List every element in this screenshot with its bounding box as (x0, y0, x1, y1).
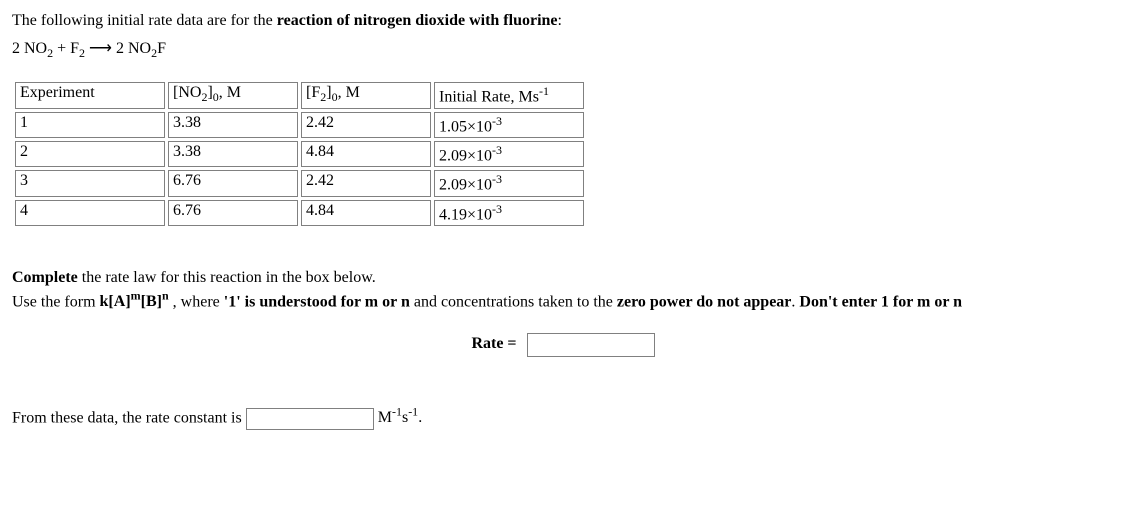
instr-form-n: n (162, 289, 169, 303)
rate-constant-row: From these data, the rate constant is M-… (12, 405, 1114, 430)
cell-exp: 1 (15, 112, 165, 138)
instr-complete: Complete (12, 269, 78, 286)
instruction-line-2: Use the form k[A]m[B]n , where '1' is un… (12, 289, 1114, 311)
intro-text: The following initial rate data are for … (12, 12, 1114, 30)
rate-mantissa: 4.19×10 (439, 206, 492, 223)
intro-after: : (558, 12, 562, 29)
cell-f2: 2.42 (301, 112, 431, 138)
table-row: 4 6.76 4.84 4.19×10-3 (15, 200, 584, 226)
h2-unit: , M (219, 84, 241, 101)
h2-open: [NO (173, 84, 201, 101)
header-rate: Initial Rate, Ms-1 (434, 82, 584, 108)
k-unit-end: . (418, 409, 422, 426)
instr-form: k[A]m[B]n (100, 293, 169, 310)
instr-one: '1' is understood for m or n (224, 293, 410, 310)
h4-pre: Initial Rate, Ms (439, 89, 539, 106)
rate-exp: -3 (492, 202, 502, 216)
k-units: M-1s-1. (378, 409, 422, 426)
rate-input[interactable] (527, 333, 655, 357)
eq-coef-2: 2 (116, 40, 128, 57)
eq-species-2: F (70, 40, 79, 57)
instr-form-k: k[A] (100, 293, 131, 310)
instr-form-b: [B] (141, 293, 162, 310)
table-row: 1 3.38 2.42 1.05×10-3 (15, 112, 584, 138)
k-unit-m: M (378, 409, 392, 426)
header-experiment: Experiment (15, 82, 165, 108)
eq-plus: + (53, 40, 70, 57)
instr-rest1: the rate law for this reaction in the bo… (78, 269, 376, 286)
rate-mantissa: 1.05×10 (439, 118, 492, 135)
eq-arrow: ⟶ (85, 40, 116, 57)
cell-no2: 3.38 (168, 141, 298, 167)
cell-exp: 3 (15, 170, 165, 196)
cell-rate: 2.09×10-3 (434, 170, 584, 196)
k-unit-sup1: -1 (392, 405, 402, 419)
h3-open: [F (306, 84, 320, 101)
rate-mantissa: 2.09×10 (439, 147, 492, 164)
instr-mid: , where (169, 293, 224, 310)
cell-f2: 2.42 (301, 170, 431, 196)
instr-mid2: and concentrations taken to the (410, 293, 617, 310)
rate-mantissa: 2.09×10 (439, 177, 492, 194)
eq-species-1: NO (24, 40, 47, 57)
eq-species-3: NO (128, 40, 151, 57)
instruction-line-1: Complete the rate law for this reaction … (12, 269, 1114, 287)
k-pre-text: From these data, the rate constant is (12, 409, 246, 426)
eq-coef-1: 2 (12, 40, 24, 57)
rate-data-table: Experiment [NO2]0, M [F2]0, M Initial Ra… (12, 79, 587, 229)
h3-unit: , M (338, 84, 360, 101)
cell-no2: 6.76 (168, 200, 298, 226)
cell-rate: 2.09×10-3 (434, 141, 584, 167)
intro-before: The following initial rate data are for … (12, 12, 277, 29)
cell-no2: 3.38 (168, 112, 298, 138)
cell-exp: 2 (15, 141, 165, 167)
table-row: 2 3.38 4.84 2.09×10-3 (15, 141, 584, 167)
table-header-row: Experiment [NO2]0, M [F2]0, M Initial Ra… (15, 82, 584, 108)
chemical-equation: 2 NO2 + F2 ⟶ 2 NO2F (12, 38, 1114, 61)
rate-label: Rate = (471, 335, 516, 352)
instr-zero: zero power do not appear (617, 293, 792, 310)
header-no2: [NO2]0, M (168, 82, 298, 108)
rate-exp: -3 (492, 143, 502, 157)
cell-rate: 4.19×10-3 (434, 200, 584, 226)
cell-f2: 4.84 (301, 141, 431, 167)
rate-input-row: Rate = (12, 333, 1114, 357)
cell-no2: 6.76 (168, 170, 298, 196)
k-unit-sup2: -1 (408, 405, 418, 419)
rate-constant-input[interactable] (246, 408, 374, 430)
instr-dont: Don't enter 1 for m or n (799, 293, 962, 310)
table-row: 3 6.76 2.42 2.09×10-3 (15, 170, 584, 196)
cell-exp: 4 (15, 200, 165, 226)
instr-form-m: m (131, 289, 141, 303)
h4-sup: -1 (539, 84, 549, 98)
cell-rate: 1.05×10-3 (434, 112, 584, 138)
intro-bold: reaction of nitrogen dioxide with fluori… (277, 12, 558, 29)
cell-f2: 4.84 (301, 200, 431, 226)
header-experiment-label: Experiment (20, 84, 95, 101)
header-f2: [F2]0, M (301, 82, 431, 108)
eq-suffix: F (157, 40, 166, 57)
rate-exp: -3 (492, 172, 502, 186)
rate-exp: -3 (492, 114, 502, 128)
instr-pre: Use the form (12, 293, 100, 310)
